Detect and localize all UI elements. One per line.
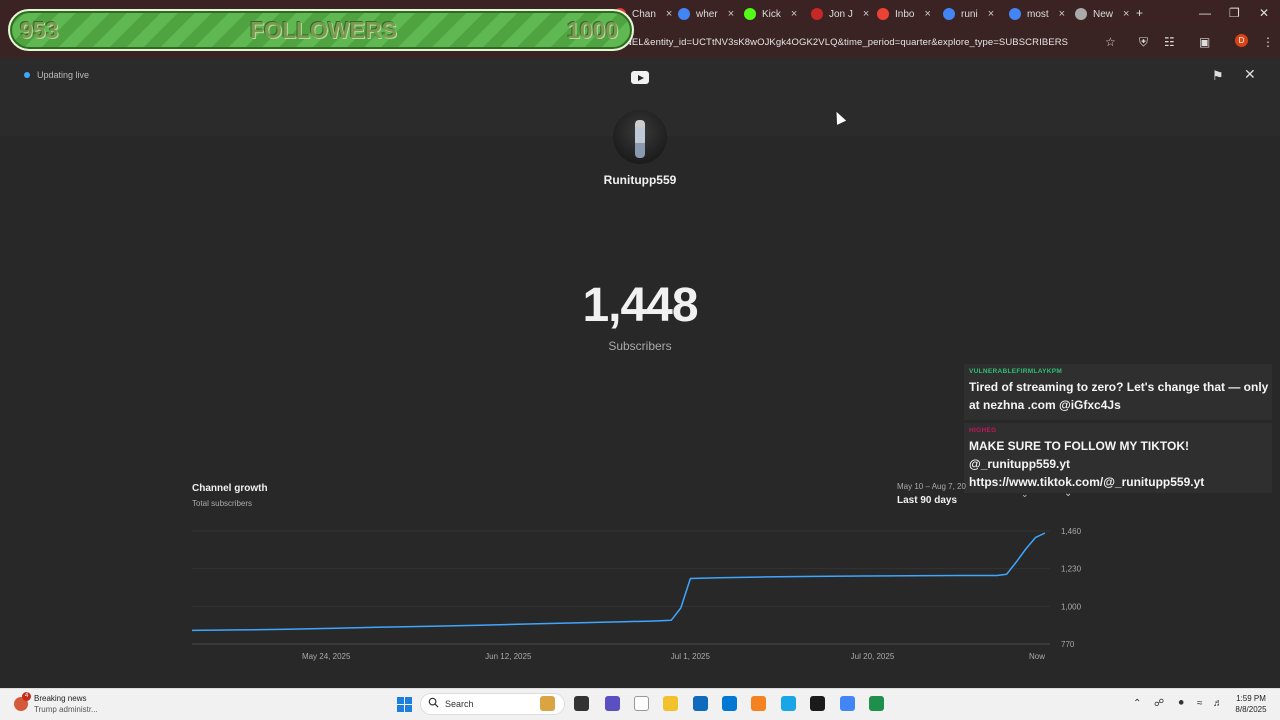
y-tick-label: 1,000 [1061, 602, 1082, 611]
x-tick-label: Jul 1, 2025 [671, 652, 711, 661]
taskbar-app-icon[interactable] [540, 696, 555, 711]
taskbar-app-icon[interactable] [722, 696, 737, 711]
taskbar-app-icon[interactable] [840, 696, 855, 711]
wifi-icon[interactable]: ≈ [1197, 698, 1203, 709]
taskbar-app-icon[interactable] [634, 696, 649, 711]
search-icon [428, 697, 439, 708]
search-placeholder: Search [445, 699, 474, 709]
y-tick-label: 1,230 [1061, 565, 1082, 574]
y-tick-label: 770 [1061, 640, 1075, 649]
taskbar-app-icon[interactable] [781, 696, 796, 711]
x-tick-label: Jul 20, 2025 [851, 652, 895, 661]
taskbar-app-icon[interactable] [751, 696, 766, 711]
taskbar-app-icon[interactable] [605, 696, 620, 711]
taskbar-app-icon[interactable] [810, 696, 825, 711]
x-tick-label: Jun 12, 2025 [485, 652, 532, 661]
taskbar-app-icon[interactable] [693, 696, 708, 711]
x-tick-label: May 24, 2025 [302, 652, 351, 661]
growth-chart: 1,460 1,230 1,000 770 May 24, 2025 Jun 12, 20… [191, 527, 1082, 661]
volume-icon[interactable]: ♬ [1213, 698, 1223, 709]
windows-start-icon[interactable] [397, 697, 412, 712]
news-badge: 4 [22, 692, 31, 701]
news-title[interactable]: Breaking news [34, 694, 86, 703]
microphone-icon[interactable]: ⚫ [1177, 698, 1185, 709]
chevron-up-icon[interactable]: ⌃ [1133, 698, 1141, 709]
taskbar-app-icon[interactable] [574, 696, 589, 711]
news-subtitle[interactable]: Trump administr... [34, 705, 98, 714]
taskbar-app-icon[interactable] [663, 696, 678, 711]
x-tick-label: Now [1029, 652, 1045, 661]
clock-time[interactable]: 1:59 PM [1226, 694, 1276, 703]
clock-date[interactable]: 8/8/2025 [1226, 705, 1276, 714]
taskbar-app-icon[interactable] [869, 696, 884, 711]
y-tick-label: 1,460 [1061, 527, 1082, 536]
network-globe-icon[interactable]: ☍ [1154, 698, 1164, 709]
subscriber-series-line [191, 532, 1046, 632]
